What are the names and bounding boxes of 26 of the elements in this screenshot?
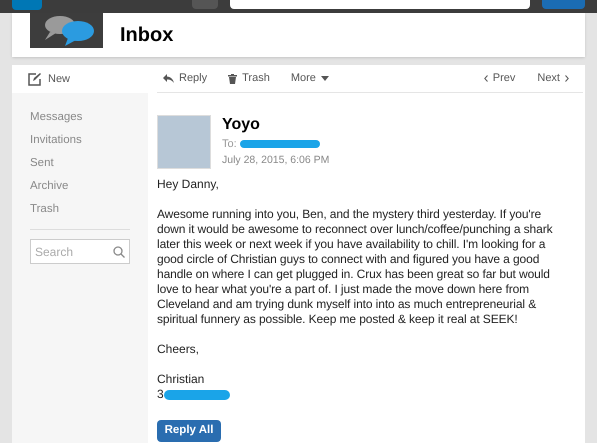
greeting-text: Hey Danny, bbox=[157, 177, 220, 192]
page-title: Inbox bbox=[120, 23, 174, 48]
message-body: Awesome running into you, Ben, and the mystery third yesterday. If you're down it would be awesome to reconnect over lunch/coffee/punching a shark later this week or next week if you have availability to chill. I'm looking for a good circle of Christian guys to connect with and figured you have a good handle on where I can get plugged in. Crux has been great so far but would love to hear what you're a part of. I just made the move down here from Cleveland and am trying dunk myself into into as much entrepreneurial & spiritual funnery as possible. Keep me posted & keep it real at SEEK! bbox=[157, 207, 554, 327]
next-button[interactable]: Next bbox=[537, 70, 569, 87]
recipient-label: To: bbox=[222, 137, 237, 152]
search-icon bbox=[113, 246, 125, 258]
reply-arrow-icon bbox=[163, 74, 174, 83]
chevron-left-icon bbox=[484, 75, 488, 82]
closing-text: Cheers, bbox=[157, 342, 200, 357]
new-message-link[interactable]: New bbox=[48, 70, 70, 88]
profile-photo-placeholder bbox=[157, 115, 211, 169]
redaction-mark bbox=[164, 390, 230, 400]
trash-icon bbox=[228, 74, 238, 84]
message-date: July 28, 2015, 6:06 PM bbox=[222, 152, 330, 168]
signature-text: Christian bbox=[157, 372, 206, 387]
trash-button[interactable]: Trash bbox=[228, 70, 270, 87]
search-field[interactable]: Search bbox=[30, 239, 130, 264]
compose-icon bbox=[28, 72, 41, 86]
sender-name[interactable]: Yoyo bbox=[222, 116, 330, 134]
more-button[interactable]: More bbox=[290, 70, 329, 87]
reply-all-button[interactable]: Reply All bbox=[157, 420, 221, 442]
caret-icon bbox=[320, 76, 329, 81]
phone-number: 3 bbox=[157, 387, 164, 402]
prev-button[interactable]: Prev bbox=[484, 70, 516, 87]
chevron-right-icon bbox=[565, 75, 569, 82]
reply-button[interactable]: Reply bbox=[163, 70, 208, 87]
